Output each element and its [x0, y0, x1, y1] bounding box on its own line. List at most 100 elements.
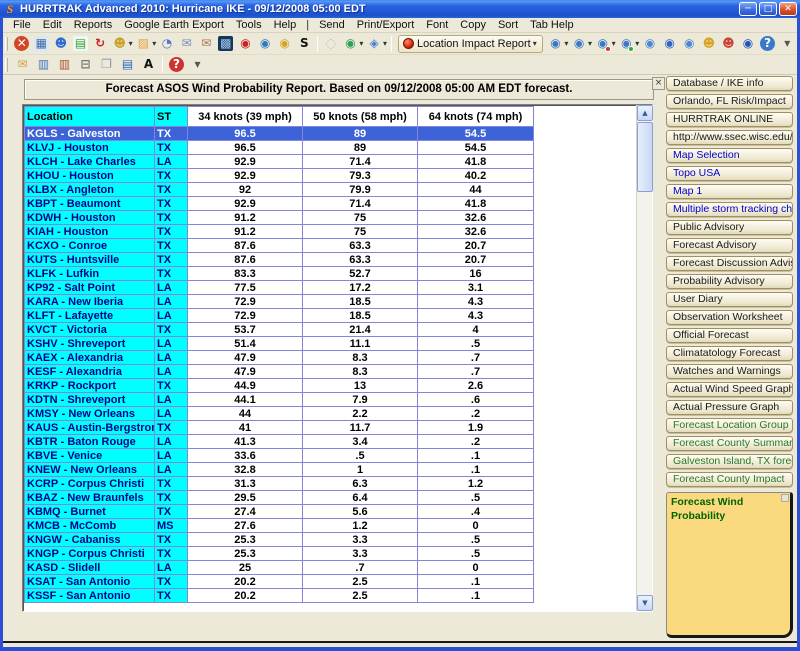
analyst-yellow-icon[interactable]: ☻ — [700, 35, 718, 53]
location-cell[interactable]: KDTN - Shreveport — [25, 393, 155, 407]
location-cell[interactable]: KSAT - San Antonio — [25, 575, 155, 589]
sidebar-item-topo-usa[interactable]: Topo USA — [666, 166, 793, 181]
sidebar-item-database-ike-info[interactable]: Database / IKE info — [666, 76, 793, 91]
sidebar-item-forecast-location-group-summary[interactable]: Forecast Location Group Summary — [666, 418, 793, 433]
globe-americas-icon[interactable]: ◉ — [256, 35, 274, 53]
web-map-icon[interactable]: ◉ — [342, 35, 360, 53]
state-cell[interactable]: TX — [155, 421, 188, 435]
state-cell[interactable]: TX — [155, 505, 188, 519]
minimize-button[interactable]: ─ — [739, 2, 757, 16]
table-row[interactable]: KSHV - ShreveportLA51.411.1.5 — [25, 337, 534, 351]
probability-cell[interactable]: 52.7 — [303, 267, 418, 281]
print-icon[interactable]: ⊟ — [76, 56, 95, 74]
probability-cell[interactable]: .7 — [418, 365, 534, 379]
probability-cell[interactable]: 77.5 — [188, 281, 303, 295]
stamp-blue-icon[interactable]: ▥ — [34, 56, 53, 74]
probability-cell[interactable]: 25 — [188, 561, 303, 575]
probability-cell[interactable]: 31.3 — [188, 477, 303, 491]
probability-cell[interactable]: 17.2 — [303, 281, 418, 295]
globe-weather-icon[interactable]: ◉ — [276, 35, 294, 53]
probability-cell[interactable]: 3.3 — [303, 533, 418, 547]
location-cell[interactable]: KBMQ - Burnet — [25, 505, 155, 519]
sidebar-item-public-advisory[interactable]: Public Advisory — [666, 220, 793, 235]
table-row[interactable]: KUTS - HuntsvilleTX87.663.320.7 — [25, 253, 534, 267]
table-row[interactable]: KBPT - BeaumontTX92.971.441.8 — [25, 197, 534, 211]
probability-cell[interactable]: 5.6 — [303, 505, 418, 519]
menu-item-send[interactable]: Send — [313, 19, 351, 31]
probability-cell[interactable]: .4 — [418, 505, 534, 519]
probability-cell[interactable]: .2 — [418, 435, 534, 449]
probability-cell[interactable]: 0 — [418, 519, 534, 533]
probability-cell[interactable]: .1 — [418, 575, 534, 589]
probability-cell[interactable]: 40.2 — [418, 169, 534, 183]
probability-cell[interactable]: 25.3 — [188, 547, 303, 561]
location-cell[interactable]: KSHV - Shreveport — [25, 337, 155, 351]
column-header-3[interactable]: 50 knots (58 mph) — [303, 107, 418, 127]
probability-cell[interactable]: 91.2 — [188, 211, 303, 225]
probability-cell[interactable]: 29.5 — [188, 491, 303, 505]
table-row[interactable]: KCXO - ConroeTX87.663.320.7 — [25, 239, 534, 253]
stamp-red-icon[interactable]: ▥ — [55, 56, 74, 74]
location-cell[interactable]: KLFK - Lufkin — [25, 267, 155, 281]
location-cell[interactable]: KAEX - Alexandria — [25, 351, 155, 365]
probability-cell[interactable]: .5 — [418, 547, 534, 561]
table-row[interactable]: KBVE - VeniceLA33.6.5.1 — [25, 449, 534, 463]
probability-cell[interactable]: 20.7 — [418, 239, 534, 253]
location-cell[interactable]: KNEW - New Orleans — [25, 463, 155, 477]
probability-cell[interactable]: .6 — [418, 393, 534, 407]
table-row[interactable]: KLFT - LafayetteLA72.918.54.3 — [25, 309, 534, 323]
state-cell[interactable]: LA — [155, 407, 188, 421]
location-cell[interactable]: KIAH - Houston — [25, 225, 155, 239]
probability-cell[interactable]: 11.7 — [303, 421, 418, 435]
column-header-0[interactable]: Location — [25, 107, 155, 127]
probability-cell[interactable]: 75 — [303, 225, 418, 239]
menu-item-file[interactable]: File — [7, 19, 37, 31]
report-sphere-green-icon[interactable]: ◉ — [618, 35, 636, 53]
chevron-down-icon[interactable]: ▾ — [588, 35, 592, 53]
probability-cell[interactable]: 1 — [303, 463, 418, 477]
table-row[interactable]: KSAT - San AntonioTX20.22.5.1 — [25, 575, 534, 589]
table-row[interactable]: KP92 - Salt PointLA77.517.23.1 — [25, 281, 534, 295]
probability-cell[interactable]: 18.5 — [303, 295, 418, 309]
probability-cell[interactable]: .1 — [418, 589, 534, 603]
probability-cell[interactable]: 72.9 — [188, 295, 303, 309]
state-cell[interactable]: LA — [155, 463, 188, 477]
probability-cell[interactable]: 0 — [418, 561, 534, 575]
report-plain-3-icon[interactable]: ◉ — [680, 35, 698, 53]
state-cell[interactable]: TX — [155, 183, 188, 197]
probability-cell[interactable]: .7 — [418, 351, 534, 365]
location-cell[interactable]: KMSY - New Orleans — [25, 407, 155, 421]
table-row[interactable]: KMSY - New OrleansLA442.2.2 — [25, 407, 534, 421]
probability-cell[interactable]: 2.5 — [303, 575, 418, 589]
probability-cell[interactable]: 4.3 — [418, 295, 534, 309]
probability-cell[interactable]: 20.2 — [188, 575, 303, 589]
probability-cell[interactable]: 44 — [188, 407, 303, 421]
chevron-down-icon[interactable]: ▾ — [129, 35, 133, 53]
menu-item-copy[interactable]: Copy — [454, 19, 492, 31]
sidebar-item-watches-and-warnings[interactable]: Watches and Warnings — [666, 364, 793, 379]
close-button[interactable]: ✕ — [779, 2, 797, 16]
panel-resize-handle[interactable] — [781, 494, 789, 502]
analyst-red-icon[interactable]: ☻ — [720, 35, 738, 53]
menu-item-tools[interactable]: Tools — [230, 19, 268, 31]
state-cell[interactable]: LA — [155, 393, 188, 407]
probability-cell[interactable]: 27.6 — [188, 519, 303, 533]
probability-cell[interactable]: 44.9 — [188, 379, 303, 393]
table-row[interactable]: KLCH - Lake CharlesLA92.971.441.8 — [25, 155, 534, 169]
probability-cell[interactable]: 2.5 — [303, 589, 418, 603]
state-cell[interactable]: TX — [155, 323, 188, 337]
location-cell[interactable]: KLFT - Lafayette — [25, 309, 155, 323]
table-row[interactable]: KASD - SlidellLA25.70 — [25, 561, 534, 575]
chevron-down-icon[interactable]: ▾ — [635, 35, 639, 53]
probability-cell[interactable]: 89 — [303, 141, 418, 155]
state-cell[interactable]: TX — [155, 533, 188, 547]
probability-cell[interactable]: 8.3 — [303, 351, 418, 365]
table-row[interactable]: KNGW - CabanissTX25.33.3.5 — [25, 533, 534, 547]
probability-cell[interactable]: 6.3 — [303, 477, 418, 491]
sidebar-collapse-button[interactable]: × — [652, 77, 665, 90]
probability-cell[interactable]: 92.9 — [188, 197, 303, 211]
report-sphere-1-icon[interactable]: ◉ — [547, 35, 565, 53]
probability-cell[interactable]: 21.4 — [303, 323, 418, 337]
table-row[interactable]: KAEX - AlexandriaLA47.98.3.7 — [25, 351, 534, 365]
sidebar-item-actual-pressure-graph[interactable]: Actual Pressure Graph — [666, 400, 793, 415]
